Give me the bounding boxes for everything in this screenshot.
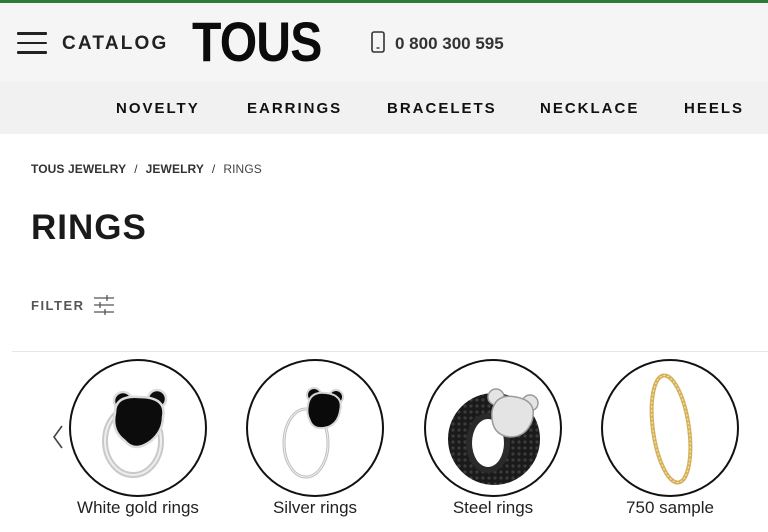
breadcrumb-link-jewelry[interactable]: JEWELRY [146, 162, 204, 176]
breadcrumb-link-tous-jewelry[interactable]: TOUS JEWELRY [31, 162, 126, 176]
category-image [69, 359, 207, 497]
filter-label: FILTER [31, 298, 85, 313]
breadcrumb-separator: / [134, 162, 138, 176]
breadcrumb: TOUS JEWELRY / JEWELRY / RINGS [31, 162, 262, 176]
white-gold-bear-ring-icon [102, 388, 168, 478]
gold-band-ring-icon [649, 373, 693, 485]
silver-bear-ring-icon [282, 387, 344, 479]
category-steel-rings[interactable]: Steel rings [424, 359, 562, 517]
black-steel-ring-icon [448, 388, 540, 485]
page-title: RINGS [31, 208, 147, 247]
category-image [246, 359, 384, 497]
category-label: 750 sample [626, 498, 714, 517]
site-header: CATALOG TOUS 0 800 300 595 [0, 3, 768, 82]
section-divider [12, 351, 768, 352]
category-silver-rings[interactable]: Silver rings [246, 359, 384, 517]
nav-item-novelty[interactable]: NOVELTY [116, 100, 200, 117]
carousel-prev-arrow-icon[interactable] [51, 424, 65, 450]
category-label: White gold rings [77, 498, 199, 517]
category-white-gold-rings[interactable]: White gold rings [69, 359, 207, 517]
tous-logo[interactable]: TOUS [192, 11, 322, 73]
phone-number[interactable]: 0 800 300 595 [395, 34, 504, 54]
nav-item-earrings[interactable]: EARRINGS [247, 100, 342, 117]
breadcrumb-current: RINGS [223, 162, 262, 176]
nav-item-heels[interactable]: HEELS [684, 100, 744, 117]
main-nav: NOVELTY EARRINGS BRACELETS NECKLACE HEEL… [0, 82, 768, 134]
category-label: Silver rings [272, 498, 358, 517]
category-label: Steel rings [452, 498, 534, 517]
category-image [424, 359, 562, 497]
category-image [601, 359, 739, 497]
nav-item-bracelets[interactable]: BRACELETS [387, 100, 497, 117]
breadcrumb-separator: / [211, 162, 216, 176]
menu-icon[interactable] [17, 31, 47, 55]
category-750-sample[interactable]: 750 sample [601, 359, 739, 517]
catalog-button[interactable]: CATALOG [62, 33, 169, 55]
filter-sliders-icon [94, 295, 114, 315]
phone-icon[interactable] [371, 31, 385, 53]
nav-item-necklace[interactable]: NECKLACE [540, 100, 639, 117]
